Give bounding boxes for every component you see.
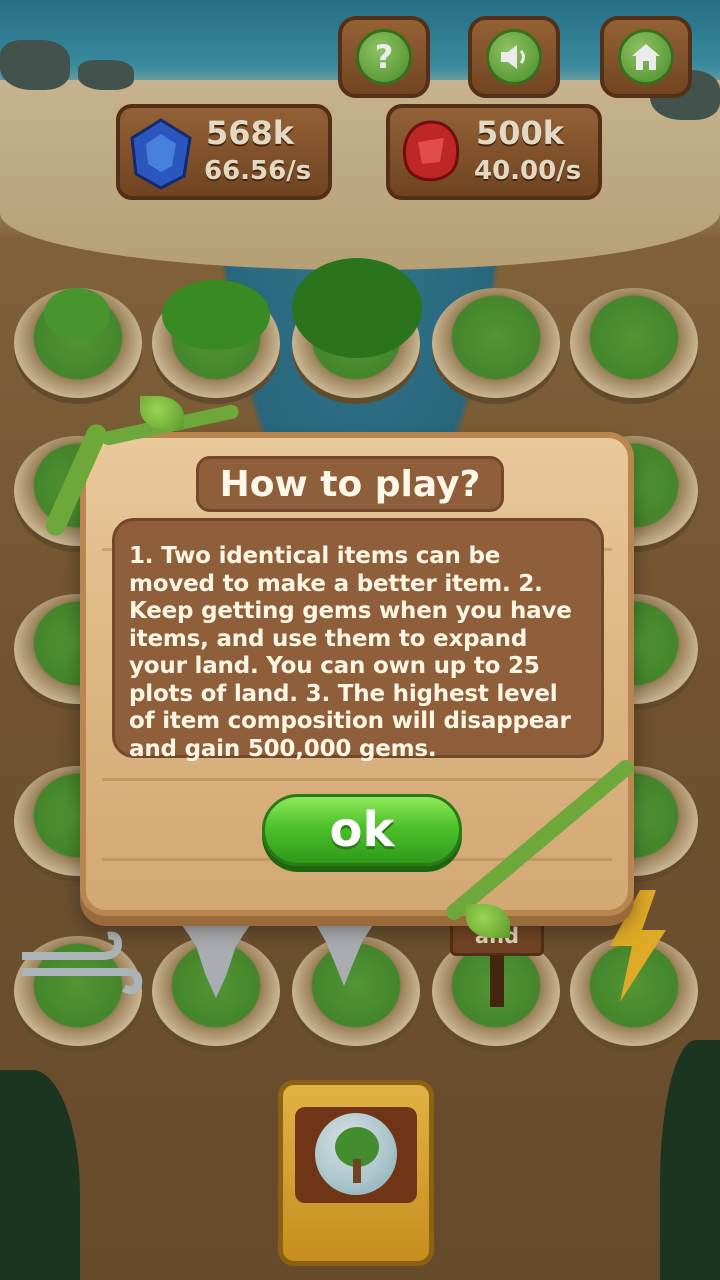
plank-line: [102, 778, 612, 781]
dialog-instructions: 1. Two identical items can be moved to m…: [129, 543, 572, 762]
ok-button[interactable]: ok: [262, 794, 462, 866]
ok-button-label: ok: [329, 802, 395, 858]
dialog-title-plate: How to play?: [196, 456, 504, 512]
dialog-title: How to play?: [219, 463, 481, 505]
dialog-text-panel: 1. Two identical items can be moved to m…: [112, 518, 604, 762]
